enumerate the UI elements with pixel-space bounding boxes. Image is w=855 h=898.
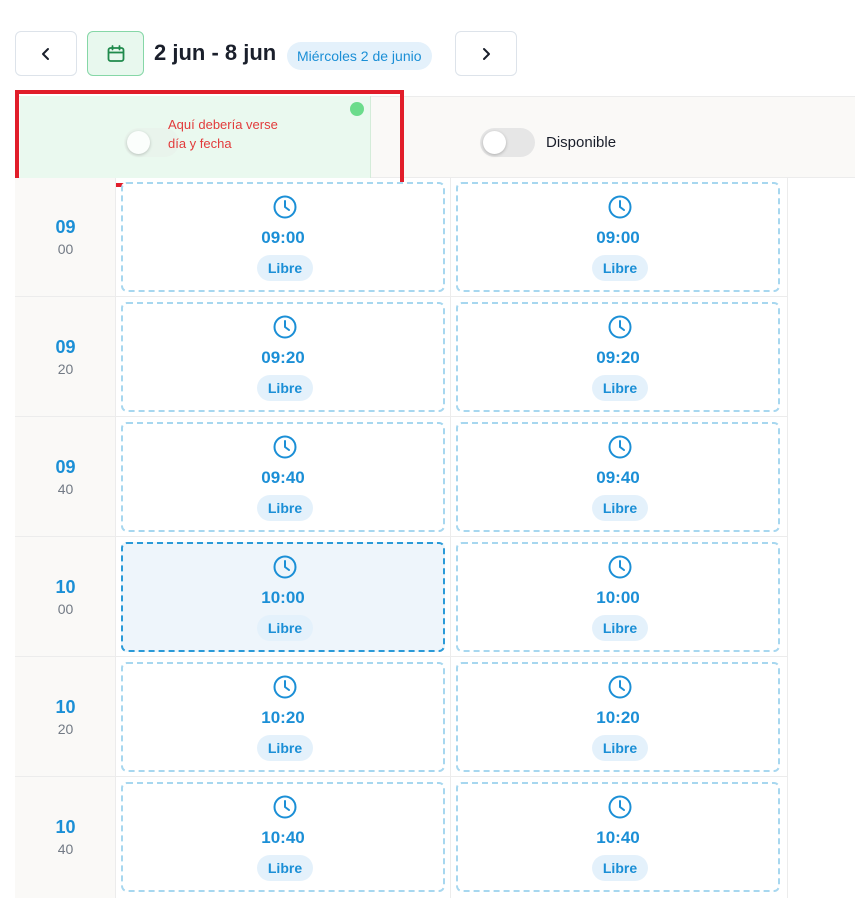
slot-status-badge: Libre (257, 855, 313, 881)
slot-status-badge: Libre (592, 375, 648, 401)
selected-date-badge[interactable]: Miércoles 2 de junio (287, 42, 432, 70)
calendar-icon (107, 44, 124, 62)
time-slot[interactable]: 09:40 Libre (456, 422, 780, 532)
time-hour: 09 (55, 217, 76, 237)
chevron-left-icon (42, 47, 49, 60)
slot-status-badge: Libre (592, 855, 648, 881)
slot-time: 10:40 (596, 828, 640, 847)
previous-week-button[interactable] (15, 31, 77, 76)
time-hour: 09 (55, 457, 76, 477)
time-slot[interactable]: 09:20 Libre (456, 302, 780, 412)
slot-status-badge: Libre (257, 735, 313, 761)
time-minute: 20 (57, 361, 74, 377)
slot-time: 10:00 (596, 588, 640, 607)
slot-time: 09:40 (261, 468, 305, 487)
chevron-right-icon (483, 47, 490, 60)
time-minute: 40 (57, 481, 74, 497)
time-slot[interactable]: 09:00 Libre (121, 182, 445, 292)
time-slot[interactable]: 10:20 Libre (121, 662, 445, 772)
slot-time: 10:40 (261, 828, 305, 847)
slot-time: 09:40 (596, 468, 640, 487)
time-label: 09 40 (15, 456, 116, 500)
time-hour: 09 (55, 337, 76, 357)
clock-icon (272, 554, 298, 580)
slot-status-badge: Libre (592, 735, 648, 761)
week-range-title: 2 jun - 8 jun (154, 40, 277, 65)
clock-icon (607, 314, 633, 340)
clock-icon (607, 674, 633, 700)
availability-toggle[interactable] (480, 128, 535, 157)
slot-time: 10:20 (596, 708, 640, 727)
time-slot[interactable]: 10:00 Libre (121, 542, 445, 652)
slot-time: 09:20 (596, 348, 640, 367)
clock-icon (607, 554, 633, 580)
time-minute: 00 (57, 601, 74, 617)
availability-label: Disponible (546, 134, 617, 151)
time-slot[interactable]: 09:00 Libre (456, 182, 780, 292)
time-minute: 40 (57, 841, 74, 857)
time-slot[interactable]: 10:40 Libre (121, 782, 445, 892)
slot-status-badge: Libre (257, 375, 313, 401)
week-toolbar: 2 jun - 8 jun Miércoles 2 de junio (0, 0, 855, 96)
clock-icon (272, 194, 298, 220)
time-column (15, 178, 116, 898)
slot-status-badge: Libre (257, 495, 313, 521)
slot-status-badge: Libre (257, 615, 313, 641)
time-hour: 10 (55, 817, 76, 837)
clock-icon (607, 434, 633, 460)
slot-status-badge: Libre (592, 615, 648, 641)
clock-icon (272, 674, 298, 700)
row-divider (15, 296, 788, 297)
time-slot[interactable]: 10:20 Libre (456, 662, 780, 772)
row-divider (15, 416, 788, 417)
row-divider (15, 536, 788, 537)
next-week-button[interactable] (455, 31, 517, 76)
slot-status-badge: Libre (592, 495, 648, 521)
time-hour: 10 (55, 697, 76, 717)
time-label: 10 20 (15, 696, 116, 740)
time-label: 09 00 (15, 216, 116, 260)
slot-status-badge: Libre (592, 255, 648, 281)
clock-icon (272, 434, 298, 460)
column-divider (787, 178, 788, 898)
time-minute: 00 (57, 241, 74, 257)
time-slot[interactable]: 10:40 Libre (456, 782, 780, 892)
clock-icon (607, 194, 633, 220)
schedule-grid: 09 00 09:00 Libre 09:00 Libre 09 20 09:20 Libre 09… (15, 178, 855, 898)
slot-time: 10:00 (261, 588, 305, 607)
slot-time: 09:00 (261, 228, 305, 247)
clock-icon (272, 314, 298, 340)
clock-icon (272, 794, 298, 820)
time-slot[interactable]: 09:40 Libre (121, 422, 445, 532)
annotation-highlight-box (15, 90, 404, 187)
row-divider (15, 776, 788, 777)
slot-time: 09:00 (596, 228, 640, 247)
slot-status-badge: Libre (257, 255, 313, 281)
time-minute: 20 (57, 721, 74, 737)
clock-icon (607, 794, 633, 820)
row-divider (15, 656, 788, 657)
time-label: 09 20 (15, 336, 116, 380)
calendar-picker-button[interactable] (87, 31, 144, 76)
time-hour: 10 (55, 577, 76, 597)
slot-time: 10:20 (261, 708, 305, 727)
time-label: 10 00 (15, 576, 116, 620)
column-divider (450, 178, 451, 898)
time-slot[interactable]: 10:00 Libre (456, 542, 780, 652)
slot-time: 09:20 (261, 348, 305, 367)
time-slot[interactable]: 09:20 Libre (121, 302, 445, 412)
time-label: 10 40 (15, 816, 116, 860)
toggle-knob (483, 131, 506, 154)
